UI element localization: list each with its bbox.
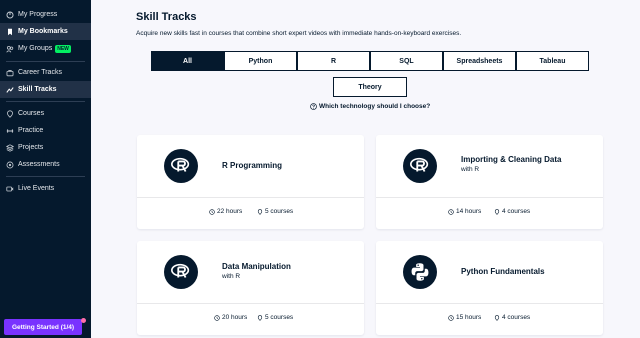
- sidebar-item-label: My Progress: [18, 11, 58, 18]
- sidebar-divider: [6, 176, 85, 177]
- sidebar-item-label: Skill Tracks: [18, 86, 57, 93]
- sidebar-item-my-bookmarks[interactable]: My Bookmarks: [0, 23, 91, 40]
- card-divider: [376, 197, 603, 198]
- location-pin-icon: [494, 314, 500, 321]
- tab-tableau[interactable]: Tableau: [516, 51, 589, 71]
- track-duration: 14 hours: [448, 208, 481, 215]
- sidebar-item-career-tracks[interactable]: Career Tracks: [0, 64, 91, 81]
- r-logo-icon: [164, 255, 198, 289]
- tab-spreadsheets[interactable]: Spreadsheets: [443, 51, 516, 71]
- track-title: Data Manipulation: [222, 262, 291, 271]
- sidebar-item-assessments[interactable]: Assessments: [0, 156, 91, 173]
- card-divider: [376, 303, 603, 304]
- new-badge: NEW: [55, 44, 71, 53]
- card-divider: [137, 303, 364, 304]
- location-pin-icon: [257, 208, 263, 215]
- notification-dot: [81, 318, 86, 323]
- card-divider: [137, 197, 364, 198]
- sidebar-item-label: My Bookmarks: [18, 28, 68, 35]
- clock-icon: [209, 208, 215, 215]
- clock-icon: [448, 208, 454, 215]
- sidebar-item-practice[interactable]: Practice: [0, 122, 91, 139]
- sidebar-item-skill-tracks[interactable]: Skill Tracks: [0, 81, 91, 98]
- groups-icon: [6, 45, 14, 53]
- sidebar-item-label: Career Tracks: [18, 69, 62, 76]
- technology-help-link[interactable]: Which technology should I choose?: [310, 103, 430, 110]
- track-card[interactable]: Python Fundamentals 15 hours 4 courses: [376, 241, 603, 335]
- sidebar-divider: [6, 61, 85, 62]
- track-duration: 20 hours: [214, 314, 247, 321]
- tab-sql[interactable]: SQL: [370, 51, 443, 71]
- help-icon: [310, 103, 317, 110]
- track-card[interactable]: R Programming 22 hours 5 courses: [137, 135, 364, 229]
- location-pin-icon: [257, 314, 263, 321]
- r-logo-icon: [164, 149, 198, 183]
- track-title: Python Fundamentals: [461, 267, 545, 276]
- live-events-icon: [6, 185, 14, 193]
- tab-r[interactable]: R: [297, 51, 370, 71]
- clock-icon: [448, 314, 454, 321]
- help-link-text: Which technology should I choose?: [319, 103, 431, 110]
- clock-icon: [214, 314, 220, 321]
- assessments-icon: [6, 161, 14, 169]
- track-card[interactable]: Data Manipulation with R 20 hours 5 cour…: [137, 241, 364, 335]
- tab-python[interactable]: Python: [224, 51, 297, 71]
- sidebar-item-live-events[interactable]: Live Events: [0, 180, 91, 197]
- sidebar-item-label: Practice: [18, 127, 44, 134]
- track-duration: 15 hours: [448, 314, 481, 321]
- track-card[interactable]: Importing & Cleaning Data with R 14 hour…: [376, 135, 603, 229]
- track-course-count: 4 courses: [494, 314, 530, 321]
- track-course-count: 5 courses: [257, 314, 293, 321]
- sidebar-item-my-groups[interactable]: My Groups NEW: [0, 40, 91, 57]
- sidebar-item-label: My Groups: [18, 45, 53, 52]
- sidebar-item-label: Courses: [18, 110, 45, 117]
- courses-icon: [6, 109, 14, 118]
- python-logo-icon: [403, 255, 437, 289]
- progress-icon: [6, 10, 14, 19]
- projects-icon: [6, 143, 14, 152]
- sidebar-item-label: Projects: [18, 144, 44, 151]
- track-subtitle: with R: [222, 273, 241, 280]
- sidebar: My Progress My Bookmarks My Groups NEW C…: [0, 0, 91, 338]
- tab-theory[interactable]: Theory: [333, 77, 407, 97]
- track-subtitle: with R: [461, 166, 480, 173]
- bookmark-icon: [6, 28, 14, 36]
- sidebar-item-my-progress[interactable]: My Progress: [0, 6, 91, 23]
- location-pin-icon: [494, 208, 500, 215]
- career-tracks-icon: [6, 69, 14, 77]
- sidebar-item-label: Live Events: [18, 185, 55, 192]
- sidebar-item-projects[interactable]: Projects: [0, 139, 91, 156]
- r-logo-icon: [403, 149, 437, 183]
- getting-started-button[interactable]: Getting Started (1/4): [4, 319, 82, 335]
- page-description: Acquire new skills fast in courses that …: [136, 30, 462, 37]
- track-title: Importing & Cleaning Data: [461, 155, 562, 164]
- tab-all[interactable]: All: [151, 51, 224, 71]
- track-title: R Programming: [222, 161, 283, 170]
- sidebar-divider: [6, 101, 85, 102]
- track-course-count: 4 courses: [494, 208, 530, 215]
- track-duration: 22 hours: [209, 208, 242, 215]
- track-course-count: 5 courses: [257, 208, 293, 215]
- sidebar-item-courses[interactable]: Courses: [0, 105, 91, 122]
- skill-tracks-icon: [6, 86, 14, 94]
- page-title: Skill Tracks: [136, 11, 197, 23]
- sidebar-item-label: Assessments: [18, 161, 60, 168]
- practice-icon: [6, 127, 14, 135]
